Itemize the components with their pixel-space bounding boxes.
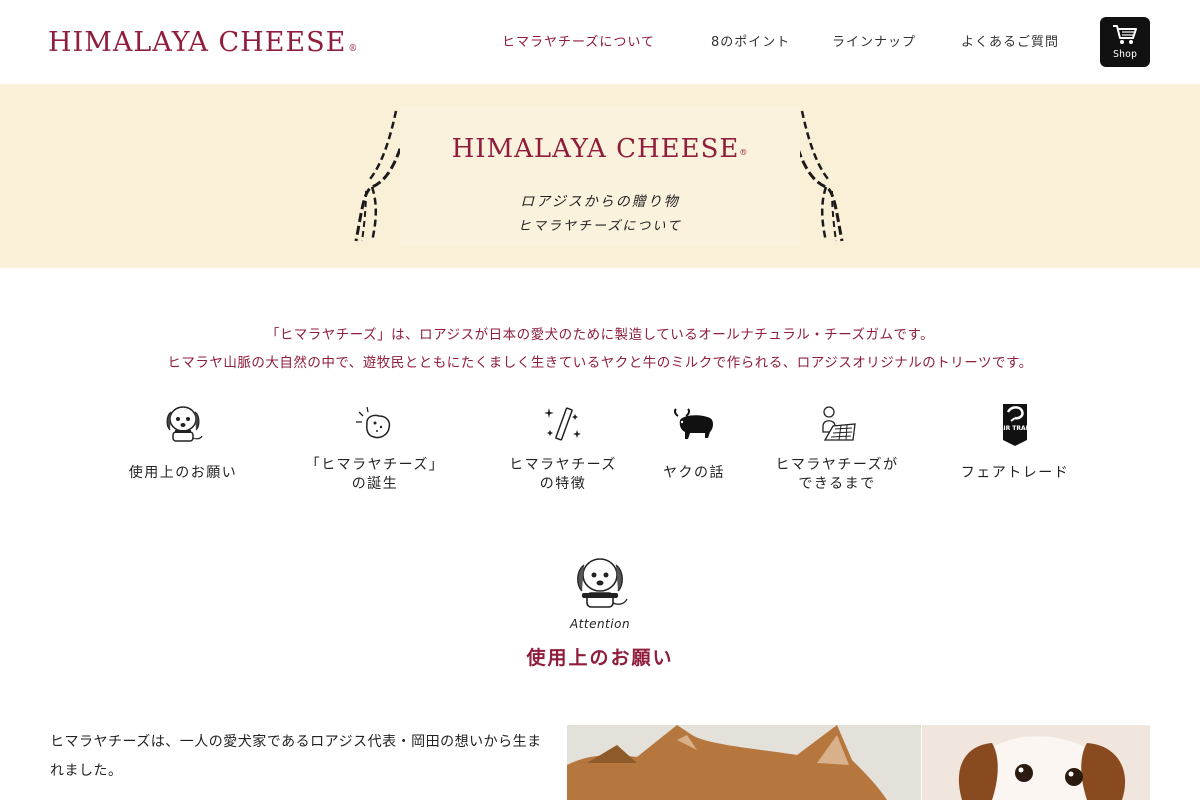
attention-title: 使用上のお願い [526, 647, 674, 669]
banner-card: HIMALAYA CHEESE® ロアジスからの贈り物 ヒマラヤチーズについて [400, 106, 800, 246]
main-nav: ヒマラヤチーズについて 8のポイント ラインナップ よくあるご質問 [0, 31, 1200, 51]
yak-icon [673, 408, 713, 439]
spaniel-photo-image [922, 725, 1150, 800]
dog-icon [166, 406, 203, 442]
feature-label-line: の特徴 [539, 476, 587, 492]
feature-birth[interactable]: 「ヒマラヤチーズ」 の誕生 [300, 402, 450, 494]
banner-subtitle-2: ヒマラヤチーズについて [518, 219, 682, 234]
banner-title-text: HIMALAYA CHEESE [451, 134, 740, 164]
corgi-photo-image [567, 725, 921, 800]
feature-label: 使用上のお願い [128, 465, 238, 481]
nav-item-faq[interactable]: よくあるご質問 [961, 31, 1059, 50]
site-header: HIMALAYA CHEESE ® ヒマラヤチーズについて 8のポイント ラインナ… [0, 0, 1200, 84]
feature-characteristics[interactable]: ヒマラヤチーズ の特徴 [498, 402, 628, 494]
banner-registered-mark: ® [739, 148, 749, 157]
cheese-icon [356, 406, 391, 439]
feature-label: 「ヒマラヤチーズ」 の誕生 [300, 456, 450, 494]
shop-label: Shop [1112, 49, 1138, 60]
feature-label: フェアトレード [960, 465, 1070, 481]
feature-fair-trade[interactable]: FAIR TRADE フェアトレード [950, 402, 1080, 483]
banner-title: HIMALAYA CHEESE® [400, 134, 800, 164]
body-paragraph: ヒマラヤチーズは、一人の愛犬家であるロアジス代表・岡田の想いから生まれました。 [50, 734, 542, 779]
attention-subtitle: Attention [569, 617, 631, 631]
feature-label-line: できるまで [798, 476, 876, 492]
intro-line-1: 「ヒマラヤチーズ」は、ロアジスが日本の愛犬のために製造しているオールナチュラル・… [265, 327, 935, 343]
fair-trade-badge-text: FAIR TRADE [995, 425, 1034, 432]
attention-dog-icon [577, 558, 628, 608]
nav-item-points[interactable]: 8のポイント [711, 31, 790, 50]
nav-item-lineup[interactable]: ラインナップ [832, 31, 916, 50]
feature-usage[interactable]: 使用上のお願い [123, 402, 243, 483]
feature-production[interactable]: ヒマラヤチーズが できるまで [762, 402, 912, 494]
corgi-photo [567, 725, 921, 800]
feature-label: ヒマラヤチーズが できるまで [762, 456, 912, 494]
hero-banner: HIMALAYA CHEESE® ロアジスからの贈り物 ヒマラヤチーズについて [0, 84, 1200, 268]
feature-label-line: ヒマラヤチーズ [509, 457, 617, 473]
spaniel-photo [922, 725, 1150, 800]
feature-label-line: 「ヒマラヤチーズ」 [305, 457, 445, 473]
nav-item-about[interactable]: ヒマラヤチーズについて [502, 31, 655, 50]
worker-icon [822, 406, 856, 441]
fair-trade-icon: FAIR TRADE [995, 404, 1035, 446]
intro-line-2: ヒマラヤ山脈の大自然の中で、遊牧民とともにたくましく生きているヤクと牛のミルクで… [167, 355, 1033, 371]
feature-label-line: ヒマラヤチーズが [775, 457, 899, 473]
sparkle-stick-icon [544, 407, 581, 441]
feature-label-line: の誕生 [351, 476, 399, 492]
shop-button[interactable]: Shop [1100, 17, 1150, 67]
feature-yak[interactable]: ヤクの話 [654, 402, 734, 483]
feature-label: ヤクの話 [663, 465, 725, 481]
cart-icon [1113, 25, 1137, 44]
banner-subtitle-1: ロアジスからの贈り物 [520, 194, 680, 210]
feature-label: ヒマラヤチーズ の特徴 [498, 456, 628, 494]
